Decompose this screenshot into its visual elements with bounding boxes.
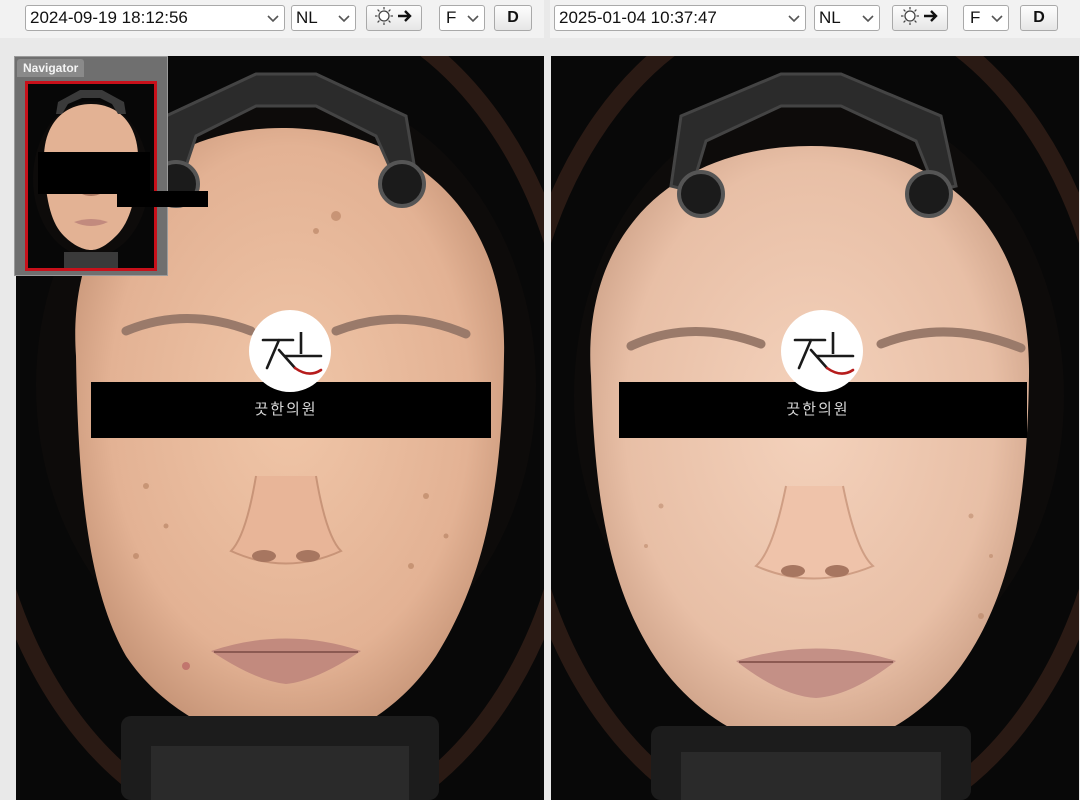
right-mode-value: NL [819, 8, 841, 27]
left-datetime-select[interactable]: 2024-09-19 18:12:56 [25, 5, 285, 31]
left-light-toggle-button[interactable] [366, 5, 422, 31]
left-d-button[interactable]: D [494, 5, 532, 31]
clinic-logo-icon [781, 310, 863, 392]
chevron-down-icon [787, 11, 801, 25]
right-light-toggle-button[interactable] [892, 5, 948, 31]
navigator-title: Navigator [17, 59, 85, 77]
right-view-select[interactable]: F [963, 5, 1009, 31]
navigator-panel[interactable]: Navigator [14, 56, 168, 276]
right-datetime-value: 2025-01-04 10:37:47 [559, 8, 717, 27]
left-mode-value: NL [296, 8, 318, 27]
right-face-photo[interactable]: 끗한의원 [551, 56, 1079, 800]
left-view-value: F [446, 8, 457, 27]
right-mode-select[interactable]: NL [814, 5, 880, 31]
navigator-viewport-frame[interactable] [25, 81, 157, 271]
right-datetime-select[interactable]: 2025-01-04 10:37:47 [554, 5, 806, 31]
chevron-down-icon [337, 11, 351, 25]
sun-arrow-icon [371, 6, 417, 31]
right-view-value: F [970, 8, 981, 27]
clinic-logo-icon [249, 310, 331, 392]
left-toolbar: 2024-09-19 18:12:56 NL F D [0, 0, 544, 38]
right-toolbar: 2025-01-04 10:37:47 NL F D [550, 0, 1080, 38]
right-d-button[interactable]: D [1020, 5, 1058, 31]
left-view-select[interactable]: F [439, 5, 485, 31]
clinic-name-watermark: 끗한의원 [254, 400, 318, 418]
chevron-down-icon [990, 11, 1004, 25]
sun-arrow-icon [897, 6, 943, 31]
chevron-down-icon [466, 11, 480, 25]
clinic-name-watermark: 끗한의원 [786, 400, 850, 418]
left-datetime-value: 2024-09-19 18:12:56 [30, 8, 188, 27]
chevron-down-icon [266, 11, 280, 25]
navigator-eye-censor-bar [38, 152, 150, 194]
navigator-censor-strip [117, 191, 208, 207]
chevron-down-icon [861, 11, 875, 25]
left-mode-select[interactable]: NL [291, 5, 356, 31]
